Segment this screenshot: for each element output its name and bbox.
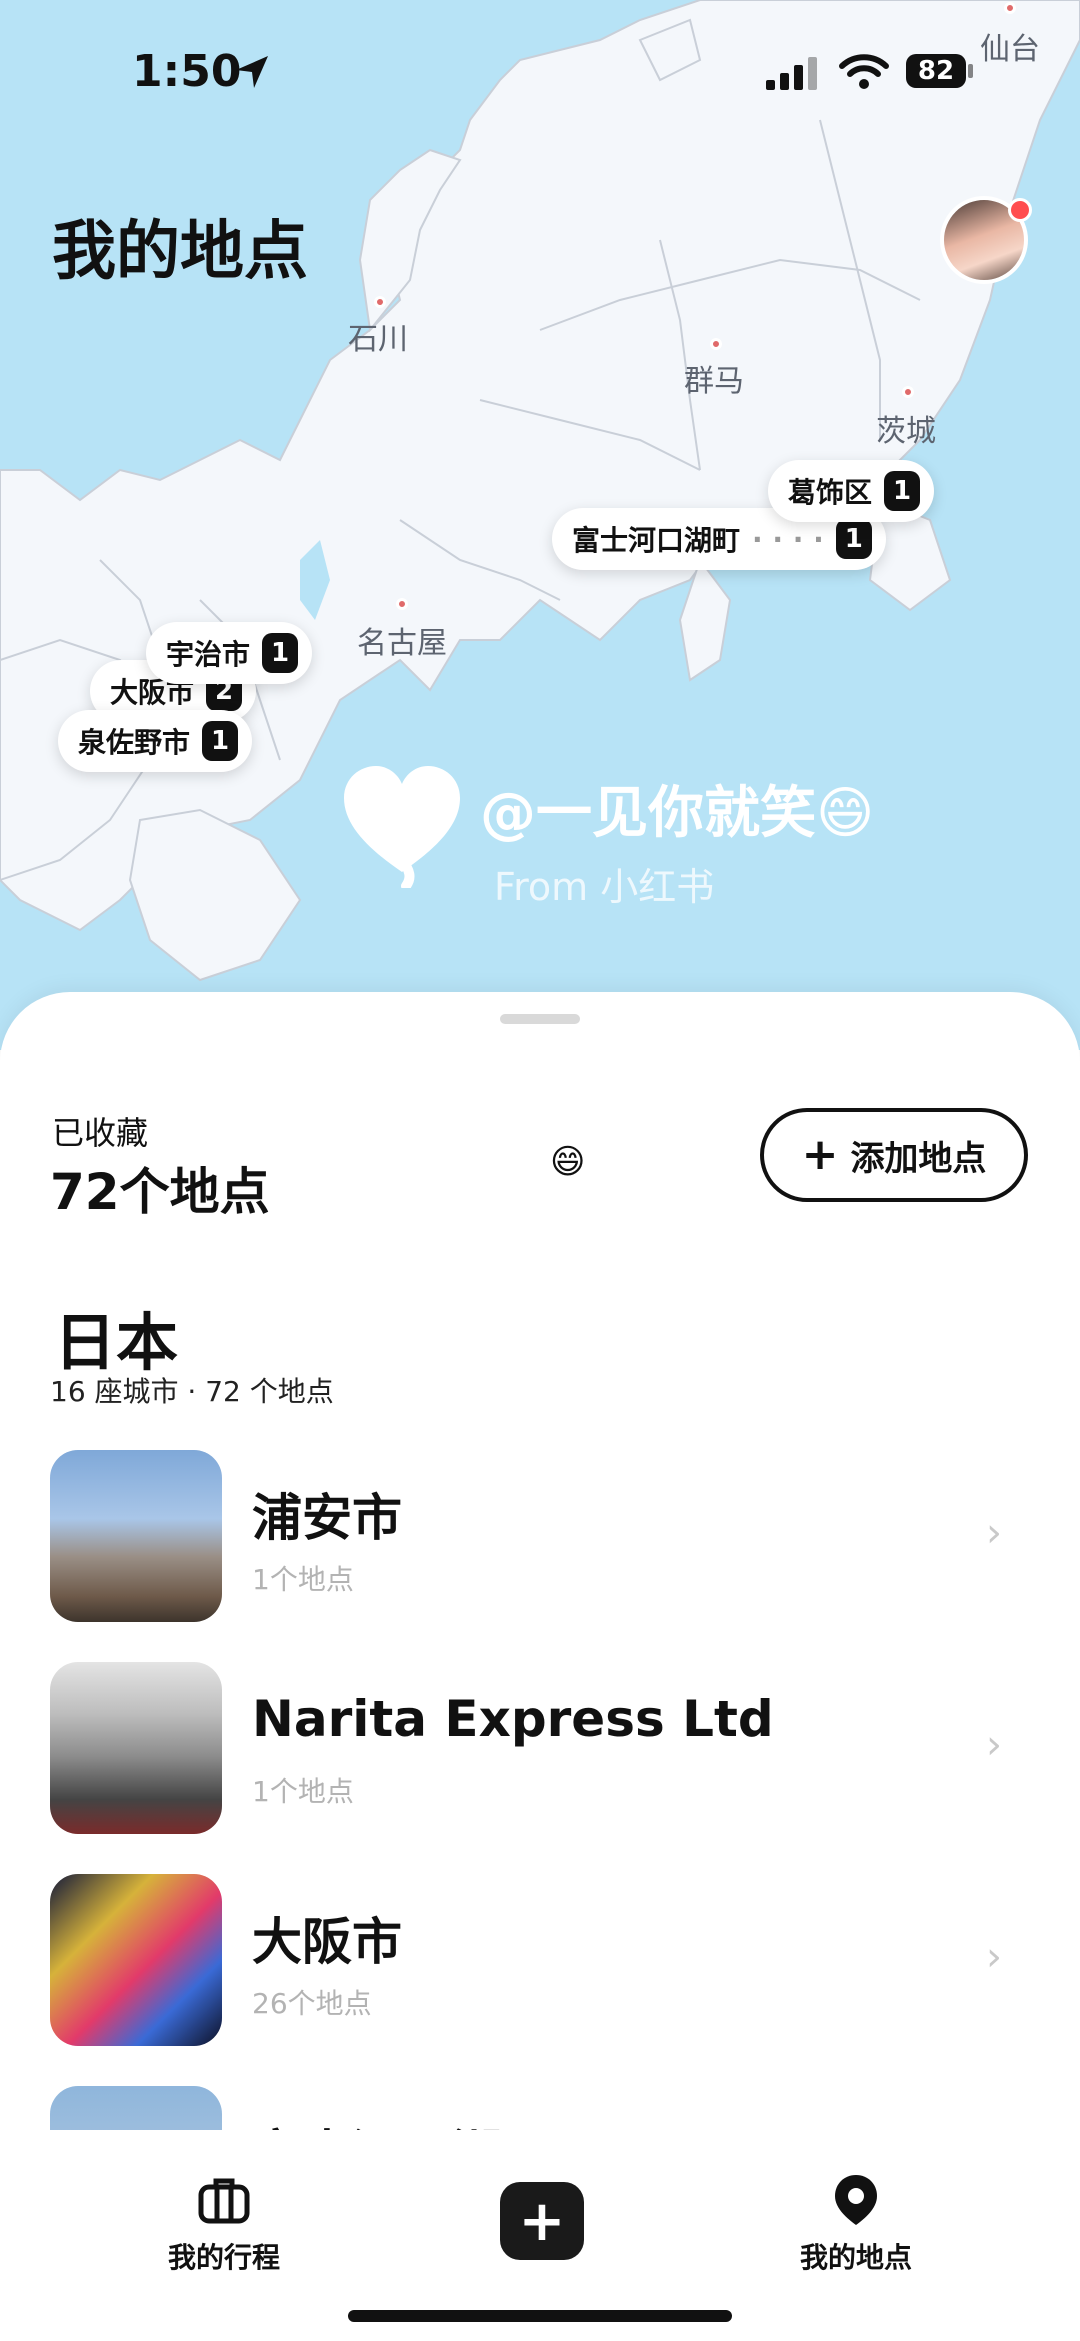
location-pin-icon — [835, 2175, 877, 2225]
map-pin-uji[interactable]: 宇治市 1 — [146, 622, 313, 684]
map-view[interactable]: 仙台 石川 群马 茨城 名古屋 富士河口湖町 · · · · 1 葛饰区 1 大… — [0, 0, 1080, 1050]
battery-level: 82 — [917, 56, 955, 86]
add-place-button[interactable]: + 添加地点 — [760, 1108, 1028, 1202]
chevron-right-icon: › — [986, 1934, 1002, 1980]
heart-logo-icon — [344, 766, 460, 888]
map-pin-katsushika[interactable]: 葛饰区 1 — [768, 460, 935, 522]
city-place-count: 1个地点 — [252, 1563, 354, 1596]
status-bar: 1:50 82 — [0, 0, 1080, 140]
city-place-count: 1个地点 — [252, 1775, 354, 1808]
place-dot — [396, 598, 408, 610]
place-dot — [710, 338, 722, 350]
map-pin-count: 1 — [835, 519, 872, 559]
map-pin-label: 葛饰区 — [788, 476, 873, 509]
country-title: 日本 — [54, 1306, 179, 1379]
place-dot — [374, 296, 386, 308]
plus-square-icon: + — [518, 2188, 566, 2254]
place-label-nagoya: 名古屋 — [357, 626, 447, 661]
watermark-handle: @一见你就笑😄 — [480, 781, 875, 846]
battery-cap — [968, 64, 973, 78]
saved-count: 72个地点 — [50, 1163, 270, 1221]
watermark-source: From 小红书 — [494, 865, 715, 909]
city-name: Narita Express Ltd — [252, 1690, 774, 1748]
city-row-narita-express[interactable]: Narita Express Ltd 1个地点 › — [0, 1662, 1080, 1842]
wifi-icon — [839, 54, 889, 89]
add-button[interactable]: + — [500, 2182, 584, 2260]
plus-icon: + — [801, 1129, 839, 1180]
chevron-right-icon: › — [986, 1510, 1002, 1556]
location-arrow-icon — [236, 56, 268, 88]
city-place-count: 26个地点 — [252, 1987, 372, 2020]
sheet-grabber[interactable] — [500, 1014, 580, 1024]
city-name: 浦安市 — [252, 1489, 402, 1547]
map-pin-label: 泉佐野市 — [78, 726, 191, 759]
battery-icon: 82 — [906, 54, 966, 88]
tab-my-places[interactable]: 我的地点 — [746, 2170, 966, 2276]
notification-dot — [1008, 198, 1032, 222]
tab-label: 我的行程 — [167, 2241, 280, 2274]
tab-label: 我的地点 — [799, 2241, 912, 2274]
place-dot — [902, 386, 914, 398]
city-row-osaka[interactable]: 大阪市 26个地点 › — [0, 1874, 1080, 2054]
map-pin-count: 1 — [202, 721, 239, 761]
chevron-right-icon: › — [986, 1722, 1002, 1768]
suitcase-icon — [198, 2178, 250, 2224]
place-label-ishikawa: 石川 — [348, 322, 408, 357]
city-name: 大阪市 — [252, 1913, 402, 1971]
city-thumbnail — [50, 1662, 222, 1834]
country-summary: 16 座城市 · 72 个地点 — [50, 1375, 334, 1408]
map-pin-label: 宇治市 — [166, 638, 251, 671]
add-place-label: 添加地点 — [850, 1138, 987, 1179]
map-pin-izumisano[interactable]: 泉佐野市 1 — [58, 710, 253, 772]
saved-label: 已收藏 — [52, 1114, 149, 1152]
map-pin-count: 1 — [262, 633, 299, 673]
place-label-ibaraki: 茨城 — [876, 414, 936, 449]
map-pin-label: 富士河口湖町 — [572, 524, 741, 557]
sticker-emoji: 😄 — [550, 1142, 586, 1182]
city-thumbnail — [50, 1450, 222, 1622]
city-thumbnail — [50, 1874, 222, 2046]
signal-icon — [766, 57, 817, 90]
place-label-gunma: 群马 — [684, 364, 744, 399]
map-pin-count: 1 — [884, 471, 921, 511]
page-title: 我的地点 — [52, 215, 308, 289]
city-row-urayasu[interactable]: 浦安市 1个地点 › — [0, 1450, 1080, 1630]
tab-my-trips[interactable]: 我的行程 — [114, 2170, 334, 2276]
home-indicator — [348, 2310, 732, 2322]
status-time: 1:50 — [132, 46, 242, 97]
